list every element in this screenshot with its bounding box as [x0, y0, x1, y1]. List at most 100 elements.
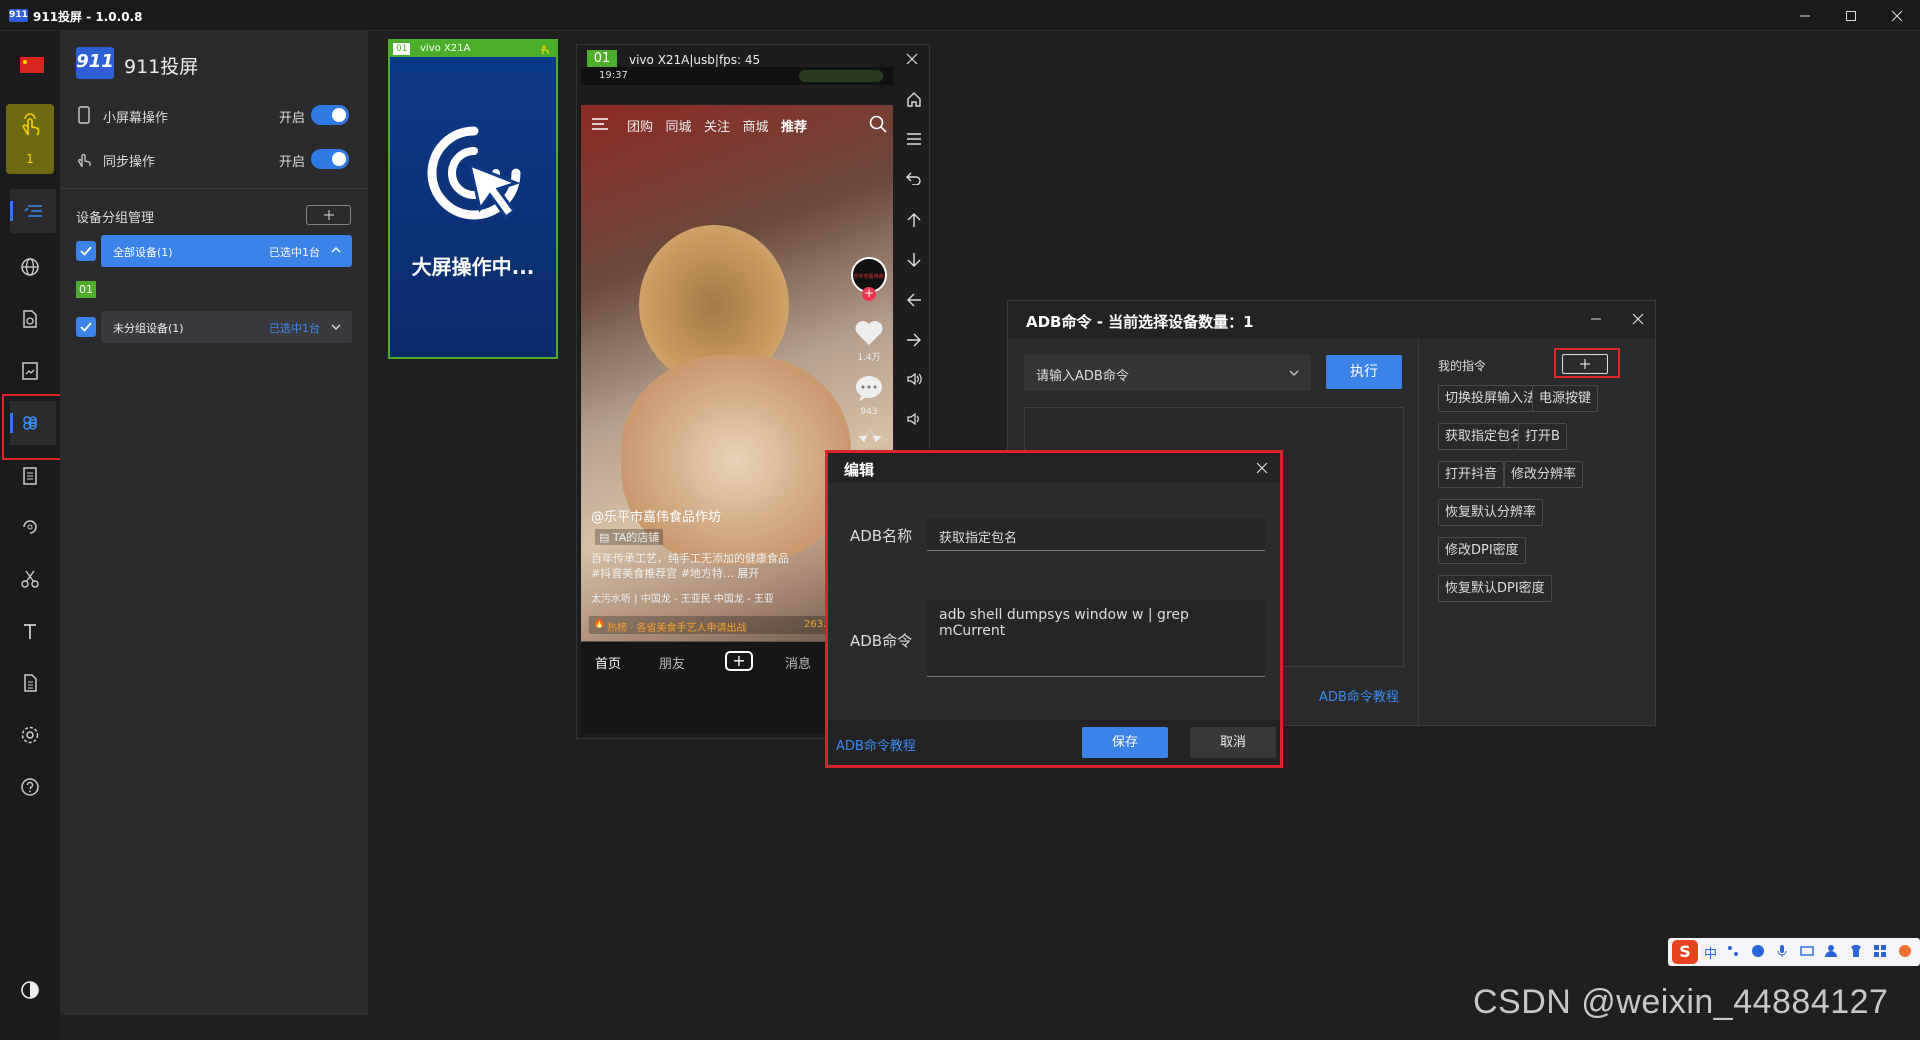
tab-tongcheng[interactable]: 同城: [665, 116, 691, 135]
back-icon[interactable]: [906, 171, 922, 185]
device-tag[interactable]: 01: [76, 281, 96, 298]
nav-messages[interactable]: 消息: [785, 653, 811, 672]
globe-button[interactable]: [8, 245, 52, 289]
chevron-down-icon: [1289, 370, 1299, 376]
sync-state: 开启: [279, 155, 306, 170]
tab-tuijian[interactable]: 推荐: [781, 116, 807, 135]
cmd-switch-ime[interactable]: 切换投屏输入法: [1438, 385, 1544, 412]
close-icon[interactable]: [1256, 462, 1268, 474]
tab-guanzhu[interactable]: 关注: [704, 116, 730, 135]
apk-button[interactable]: [8, 297, 52, 341]
mic-icon[interactable]: [1775, 944, 1789, 958]
star-icon[interactable]: [857, 427, 883, 443]
adb-input-placeholder: 请输入ADB命令: [1036, 369, 1129, 384]
search-icon[interactable]: [869, 115, 887, 133]
plus-icon: [323, 210, 334, 220]
all-devices-checkbox[interactable]: [76, 241, 96, 261]
cancel-button[interactable]: 取消: [1190, 727, 1276, 758]
group-ungrouped[interactable]: 未分组设备(1) 已选中1台: [101, 311, 352, 343]
cmd-open-douyin[interactable]: 打开抖音: [1438, 461, 1505, 488]
cmd-power-key[interactable]: 电源按键: [1532, 385, 1599, 412]
group-selected-count: 已选中1台: [269, 322, 320, 335]
emoji-icon[interactable]: [1751, 944, 1765, 958]
cmd-open-b[interactable]: 打开B: [1518, 423, 1567, 450]
touch-mode-button[interactable]: 1: [6, 104, 54, 174]
execute-button[interactable]: 执行: [1326, 355, 1402, 389]
arrow-down-icon[interactable]: [906, 252, 922, 268]
clipboard-icon: [23, 467, 37, 485]
adb-name-input[interactable]: 获取指定包名: [927, 518, 1265, 551]
document-button[interactable]: [8, 661, 52, 705]
theme-toggle-button[interactable]: [8, 968, 52, 1012]
publish-plus-icon[interactable]: +: [725, 651, 753, 671]
menu-icon[interactable]: [591, 117, 609, 131]
close-icon[interactable]: [906, 53, 918, 65]
tab-tuangou[interactable]: 团购: [627, 116, 653, 135]
menu-keys-icon[interactable]: [906, 132, 922, 146]
screenshot-button[interactable]: [8, 349, 52, 393]
group-selected-count: 已选中1台: [269, 246, 320, 259]
cmd-change-resolution[interactable]: 修改分辨率: [1504, 461, 1584, 488]
heart-icon[interactable]: [853, 317, 885, 347]
follow-plus-icon[interactable]: +: [862, 287, 876, 301]
punctuation-icon[interactable]: [1726, 944, 1740, 958]
arrow-up-icon[interactable]: [906, 212, 922, 228]
small-screen-toggle[interactable]: [311, 105, 349, 125]
phone-status-bar: 19:37: [581, 67, 893, 85]
minimize-button[interactable]: [1782, 0, 1828, 31]
nav-friends[interactable]: 朋友: [659, 653, 685, 672]
arrow-right-icon[interactable]: [906, 332, 922, 348]
clipboard-button[interactable]: [8, 453, 52, 497]
rotate-button[interactable]: [8, 505, 52, 549]
cut-button[interactable]: [8, 557, 52, 601]
cmd-restore-dpi[interactable]: 恢复默认DPI密度: [1438, 575, 1552, 602]
comment-icon[interactable]: [854, 375, 884, 403]
flag-icon[interactable]: [20, 57, 44, 73]
minimize-icon[interactable]: [1590, 313, 1602, 325]
mascot-icon[interactable]: [1898, 944, 1912, 958]
device-panel: 911 911投屏 小屏幕操作 开启 同步操作 开启 设备分组管理 全部设备(1…: [60, 31, 368, 1015]
close-button[interactable]: [1874, 0, 1920, 31]
volume-up-icon[interactable]: [906, 371, 922, 387]
adb-tutorial-link[interactable]: ADB命令教程: [1319, 686, 1399, 705]
ime-language[interactable]: 中: [1704, 943, 1717, 962]
cast-cursor-icon: [427, 126, 521, 220]
volume-down-icon[interactable]: [906, 411, 922, 427]
text-button[interactable]: [8, 609, 52, 653]
theme-icon: [21, 981, 39, 999]
close-icon[interactable]: [1632, 313, 1644, 325]
app-name: 911投屏: [124, 56, 199, 78]
thumbnail-header: 01 vivo X21A: [390, 41, 556, 57]
home-icon[interactable]: [906, 91, 922, 107]
add-group-button[interactable]: [306, 205, 351, 225]
author-name[interactable]: @乐平市嘉伟食品作坊: [591, 506, 721, 525]
sogou-logo-icon[interactable]: S: [1672, 940, 1698, 964]
help-button[interactable]: [8, 765, 52, 809]
maximize-button[interactable]: [1828, 0, 1874, 31]
tab-shangcheng[interactable]: 商城: [742, 116, 768, 135]
grid-icon[interactable]: [1873, 944, 1887, 958]
edit-tutorial-link[interactable]: ADB命令教程: [836, 735, 916, 754]
devices-tab[interactable]: [10, 189, 56, 233]
skin-icon[interactable]: [1849, 944, 1863, 958]
arrow-left-icon[interactable]: [906, 292, 922, 308]
cmd-restore-resolution[interactable]: 恢复默认分辨率: [1438, 499, 1544, 526]
save-button[interactable]: 保存: [1082, 727, 1168, 758]
device-thumbnail[interactable]: 01 vivo X21A 大屏操作中...: [388, 39, 558, 359]
user-icon[interactable]: [1824, 944, 1838, 958]
doc-icon: [24, 674, 37, 692]
settings-button[interactable]: [8, 713, 52, 757]
sync-toggle[interactable]: [311, 149, 349, 169]
group-all-devices[interactable]: 全部设备(1) 已选中1台: [101, 235, 352, 267]
sync-touch-icon: [78, 153, 91, 168]
nav-home[interactable]: 首页: [595, 653, 621, 672]
adb-title: ADB命令 - 当前选择设备数量：1: [1026, 313, 1254, 331]
adb-command-input[interactable]: 请输入ADB命令: [1024, 355, 1311, 391]
adb-command-textarea[interactable]: adb shell dumpsys window w | grep mCurre…: [927, 599, 1265, 677]
shop-link[interactable]: ▤ TA的店铺: [595, 529, 664, 545]
ungrouped-checkbox[interactable]: [76, 317, 96, 337]
keyboard-icon[interactable]: [1799, 944, 1814, 958]
cmd-get-package[interactable]: 获取指定包名: [1438, 423, 1531, 450]
my-commands-label: 我的指令: [1438, 359, 1487, 373]
cmd-change-dpi[interactable]: 修改DPI密度: [1438, 537, 1526, 564]
